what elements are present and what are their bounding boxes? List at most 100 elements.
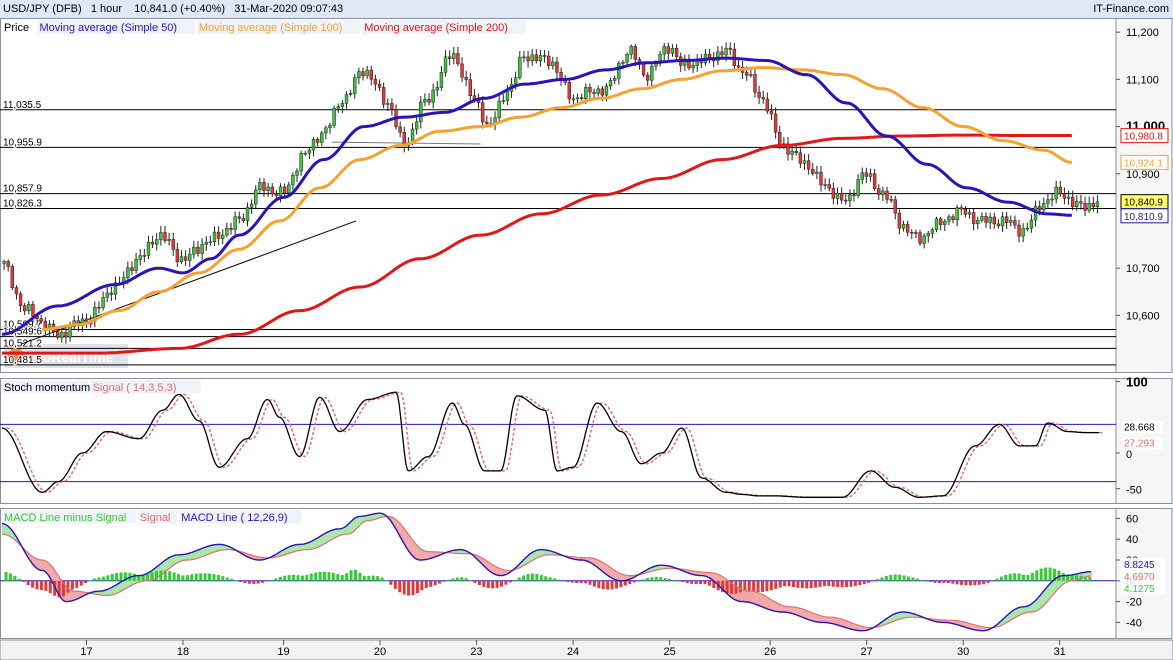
candle-body [1054, 186, 1058, 200]
macd-histogram-bar [756, 580, 760, 593]
macd-histogram-bar [650, 577, 654, 581]
macd-histogram-bar [880, 577, 884, 581]
macd-histogram-bar [318, 571, 322, 581]
candle-body [914, 232, 918, 234]
macd-fill-segment [70, 590, 73, 602]
macd-histogram-bar [238, 580, 242, 582]
macd-fill-segment [764, 595, 767, 609]
macd-histogram-bar [1017, 573, 1021, 581]
candle-body [357, 71, 361, 78]
macd-histogram-bar [867, 580, 871, 583]
candle-body [188, 253, 192, 261]
chart-window: USD/JPY (DFB) 1 hour 10,841.0 (+0.40%) 3… [0, 0, 1173, 660]
macd-histogram-bar [845, 580, 849, 588]
macd-histogram-bar [345, 573, 349, 581]
macd-histogram-bar [752, 580, 756, 592]
candle-body [963, 208, 968, 215]
macd-histogram-bar [336, 574, 340, 581]
macd-histogram-bar [668, 578, 672, 581]
candle-body [811, 168, 815, 174]
macd-histogram-bar [548, 577, 552, 581]
macd-fill-segment [824, 616, 827, 623]
macd-histogram-bar [570, 580, 574, 583]
candle-body [613, 78, 617, 81]
macd-histogram-bar [685, 580, 689, 584]
candle-body [1058, 186, 1062, 195]
price-legend-item: Moving average (Simple 50) [40, 22, 178, 34]
candle-body [274, 193, 279, 197]
macd-histogram-bar [641, 579, 645, 581]
candle-body [757, 91, 761, 98]
candle-body [456, 53, 460, 65]
macd-histogram-bar [300, 575, 304, 581]
macd-histogram-bar [690, 580, 694, 584]
macd-histogram-bar [17, 578, 21, 581]
candle-body [447, 56, 452, 59]
macd-histogram-bar [760, 580, 764, 592]
macd-histogram-bar [1035, 570, 1039, 581]
macd-histogram-bar [1004, 574, 1008, 581]
macd-histogram-bar [225, 577, 229, 581]
macd-histogram-bar [384, 580, 388, 582]
macd-histogram-bar [101, 576, 105, 581]
macd-histogram-bar [694, 580, 698, 585]
candle-body [794, 150, 798, 154]
candle-body [868, 173, 873, 177]
macd-histogram-bar [831, 580, 835, 587]
candle-body [1046, 199, 1050, 204]
macd-histogram-bar [615, 580, 619, 589]
macd-histogram-bar [464, 578, 468, 581]
candle-body [513, 77, 518, 85]
macd-histogram-bar [420, 580, 424, 591]
macd-fill-segment [42, 560, 45, 571]
macd-histogram-bar [623, 580, 627, 586]
macd-histogram-bar [1044, 567, 1048, 581]
stoch-legend-item: Signal ( 14,3,5,3) [93, 382, 177, 394]
macd-histogram-bar [1013, 573, 1017, 581]
macd-histogram-bar [1070, 575, 1074, 581]
macd-histogram-bar [292, 574, 296, 581]
candle-body [320, 132, 324, 143]
timeframe: 1 hour [90, 3, 123, 15]
macd-histogram-bar [97, 577, 101, 581]
candle-body [745, 72, 749, 76]
macd-histogram-bar [252, 580, 256, 584]
candle-body [910, 231, 914, 234]
candle-body [749, 74, 753, 76]
macd-histogram-bar [814, 580, 818, 588]
candle-body [18, 293, 23, 306]
candle-body [823, 184, 827, 186]
x-axis-tick-label: 25 [663, 646, 675, 658]
macd-histogram-bar [1022, 574, 1026, 581]
macd-histogram-bar [283, 575, 287, 581]
macd-panel-frame [0, 508, 1117, 639]
macd-histogram-bar [132, 573, 136, 581]
chart-canvas[interactable]: ProRealTime11,20011,10011,00010,90010,70… [0, 18, 1173, 660]
candle-body [872, 173, 877, 189]
candle-body [778, 131, 782, 146]
macd-histogram-bar [601, 580, 605, 590]
candle-body [373, 78, 378, 85]
macd-histogram-bar [663, 577, 667, 581]
macd-legend-item: MACD Line minus Signal [4, 512, 126, 524]
candle-body [336, 106, 340, 109]
candle-body [592, 91, 596, 94]
macd-fill-segment [4, 523, 7, 535]
candle-body [996, 223, 1001, 227]
last-change: 10,841.0 (+0.40%) [134, 3, 226, 15]
macd-histogram-bar [327, 572, 331, 581]
x-axis-tick-label: 19 [277, 646, 289, 658]
macd-histogram-bar [75, 580, 79, 588]
macd-histogram-bar [557, 579, 561, 581]
macd-fill-segment [422, 549, 425, 560]
macd-histogram-bar [48, 580, 52, 594]
macd-histogram-bar [805, 580, 809, 589]
macd-fill-segment [760, 593, 763, 607]
macd-histogram-bar [610, 580, 614, 590]
stoch-ytick-label: 0 [1126, 449, 1132, 461]
candle-body [307, 149, 312, 154]
macd-histogram-bar [769, 580, 773, 591]
macd-histogram-bar [84, 580, 88, 584]
macd-fill-segment [182, 554, 185, 561]
candle-body [390, 103, 394, 110]
